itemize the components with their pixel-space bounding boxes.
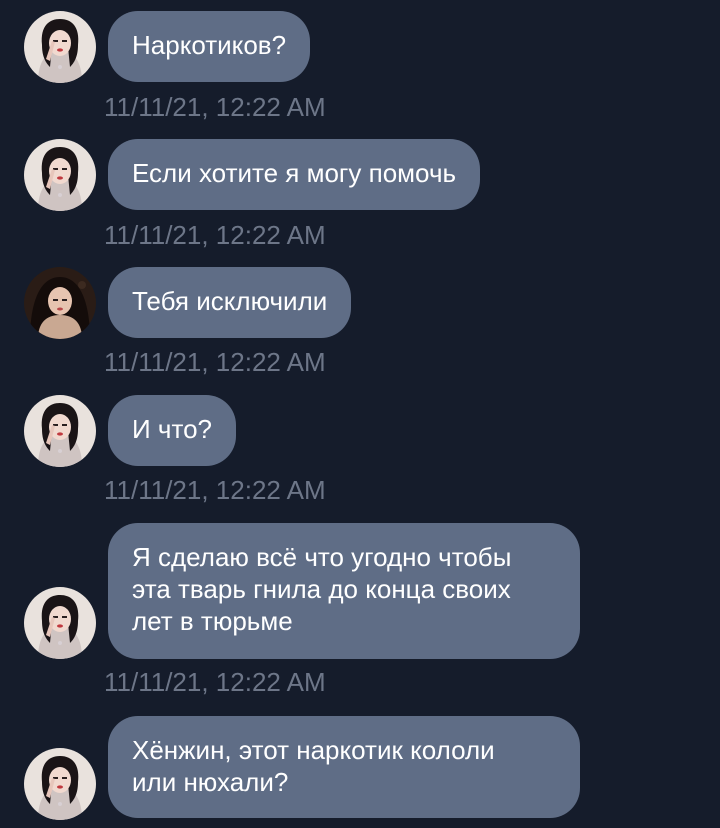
chat-thread[interactable]: Наркотиков? 11/11/21, 12:22 AM Если хоти… xyxy=(0,0,720,828)
avatar-girl-light-icon[interactable] xyxy=(24,587,96,659)
message-bubble[interactable]: Наркотиков? xyxy=(108,11,311,82)
avatar-girl-light-icon[interactable] xyxy=(24,139,96,211)
avatar-girl-light-icon[interactable] xyxy=(24,11,96,83)
message-text: Если хотите я могу помочь xyxy=(132,158,457,188)
message-text: Тебя исключили xyxy=(132,286,328,316)
message-bubble[interactable]: Хёнжин, этот наркотик кололи или нюхали? xyxy=(108,716,580,818)
message-timestamp: 11/11/21, 12:22 AM xyxy=(104,220,326,250)
message-text: Наркотиков? xyxy=(132,30,287,60)
message-text-line: или нюхали? xyxy=(132,767,289,797)
message-text-line: Я сделаю всё что угодно чтобы xyxy=(132,542,512,572)
message-bubble[interactable]: И что? xyxy=(108,395,236,466)
message-timestamp: 11/11/21, 12:22 AM xyxy=(104,92,326,122)
message-bubble[interactable]: Если хотите я могу помочь xyxy=(108,139,481,210)
message-timestamp: 11/11/21, 12:22 AM xyxy=(104,667,326,697)
avatar-girl-light-icon[interactable] xyxy=(24,748,96,820)
message-bubble[interactable]: Я сделаю всё что угодно чтобы эта тварь … xyxy=(108,523,580,659)
avatar-girl-dark-icon[interactable] xyxy=(24,267,96,339)
avatar-girl-light-icon[interactable] xyxy=(24,395,96,467)
message-text-line: эта тварь гнила до конца своих xyxy=(132,574,511,604)
message-timestamp: 11/11/21, 12:22 AM xyxy=(104,475,326,505)
message-text-line: Хёнжин, этот наркотик кололи xyxy=(132,735,495,765)
message-text: И что? xyxy=(132,414,212,444)
message-timestamp: 11/11/21, 12:22 AM xyxy=(104,347,326,377)
message-text-line: лет в тюрьме xyxy=(132,606,293,636)
message-bubble[interactable]: Тебя исключили xyxy=(108,267,352,338)
